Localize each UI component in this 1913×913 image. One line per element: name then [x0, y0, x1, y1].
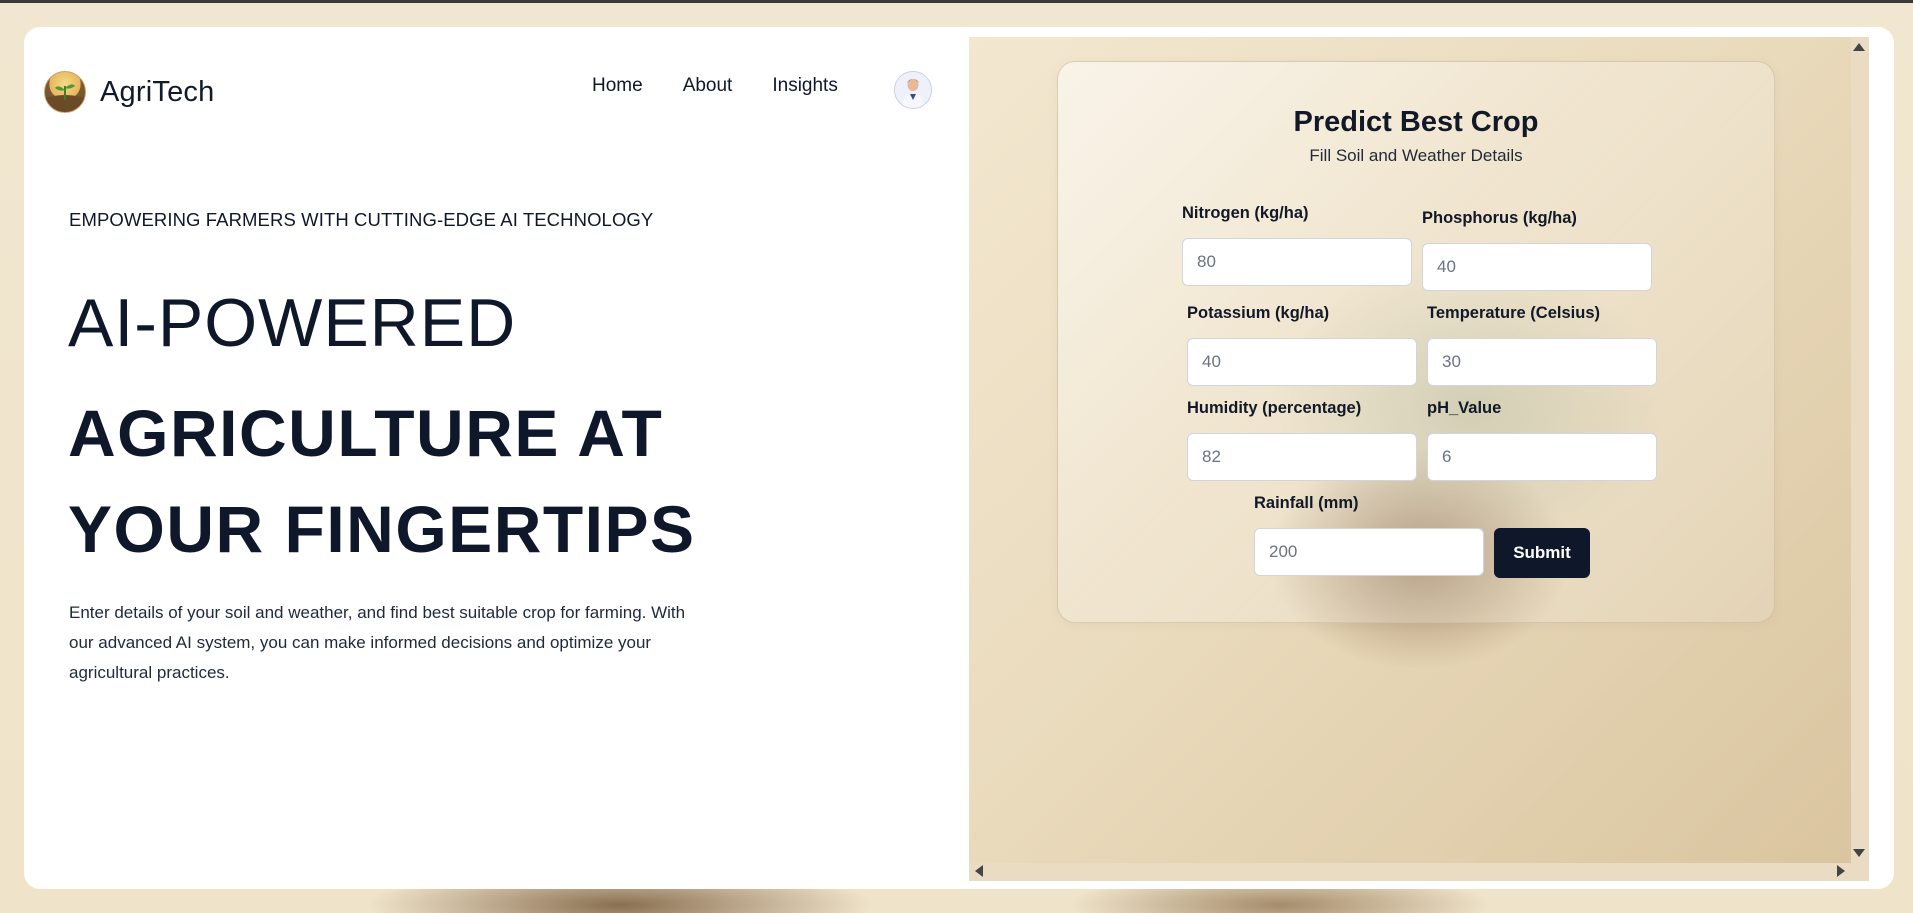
hero-title-bold: AGRICULTURE AT YOUR FINGERTIPS — [68, 396, 696, 566]
form-title: Predict Best Crop — [1293, 106, 1539, 138]
nitrogen-label: Nitrogen (kg/ha) — [1182, 204, 1309, 222]
user-avatar[interactable] — [894, 71, 932, 109]
nav-insights-link[interactable]: Insights — [772, 75, 837, 97]
hero-eyebrow: EMPOWERING FARMERS WITH CUTTING-EDGE AI … — [69, 209, 654, 230]
nav-home-link[interactable]: Home — [592, 75, 643, 97]
potassium-input[interactable] — [1187, 338, 1417, 386]
humidity-label: Humidity (percentage) — [1187, 399, 1362, 417]
scroll-up-arrow-icon[interactable] — [1853, 43, 1865, 51]
hero-description: Enter details of your soil and weather, … — [69, 603, 686, 682]
potassium-label: Potassium (kg/ha) — [1187, 304, 1330, 322]
temperature-label: Temperature (Celsius) — [1427, 304, 1600, 322]
hero-title-light: AI-POWERED — [68, 285, 517, 361]
agritech-logo-icon — [44, 71, 86, 113]
rainfall-input[interactable] — [1254, 528, 1484, 576]
user-avatar-icon — [895, 72, 931, 108]
nitrogen-input[interactable] — [1182, 238, 1412, 286]
scroll-right-arrow-icon[interactable] — [1837, 865, 1845, 877]
form-subtitle: Fill Soil and Weather Details — [1309, 146, 1523, 165]
predict-form-card: Predict Best Crop Fill Soil and Weather … — [1057, 61, 1775, 623]
ph-value-label: pH_Value — [1427, 399, 1502, 417]
humidity-input[interactable] — [1187, 433, 1417, 481]
submit-button[interactable]: Submit — [1494, 528, 1590, 578]
window-top-border — [0, 0, 1913, 3]
prediction-panel: Predict Best Crop Fill Soil and Weather … — [969, 37, 1869, 881]
rainfall-label: Rainfall (mm) — [1254, 494, 1359, 512]
horizontal-scrollbar[interactable] — [969, 863, 1869, 881]
scroll-left-arrow-icon[interactable] — [975, 865, 983, 877]
brand[interactable]: AgriTech — [44, 71, 214, 113]
brand-name: AgriTech — [100, 75, 215, 108]
ph-value-input[interactable] — [1427, 433, 1657, 481]
main-nav: Home About Insights — [592, 75, 878, 97]
phosphorus-input[interactable] — [1422, 243, 1652, 291]
temperature-input[interactable] — [1427, 338, 1657, 386]
nav-about-link[interactable]: About — [683, 75, 733, 97]
main-card: AgriTech Home About Insights EMPOWERING … — [24, 27, 1894, 889]
phosphorus-label: Phosphorus (kg/ha) — [1422, 209, 1577, 227]
scroll-down-arrow-icon[interactable] — [1853, 849, 1865, 857]
vertical-scrollbar[interactable] — [1851, 37, 1869, 881]
